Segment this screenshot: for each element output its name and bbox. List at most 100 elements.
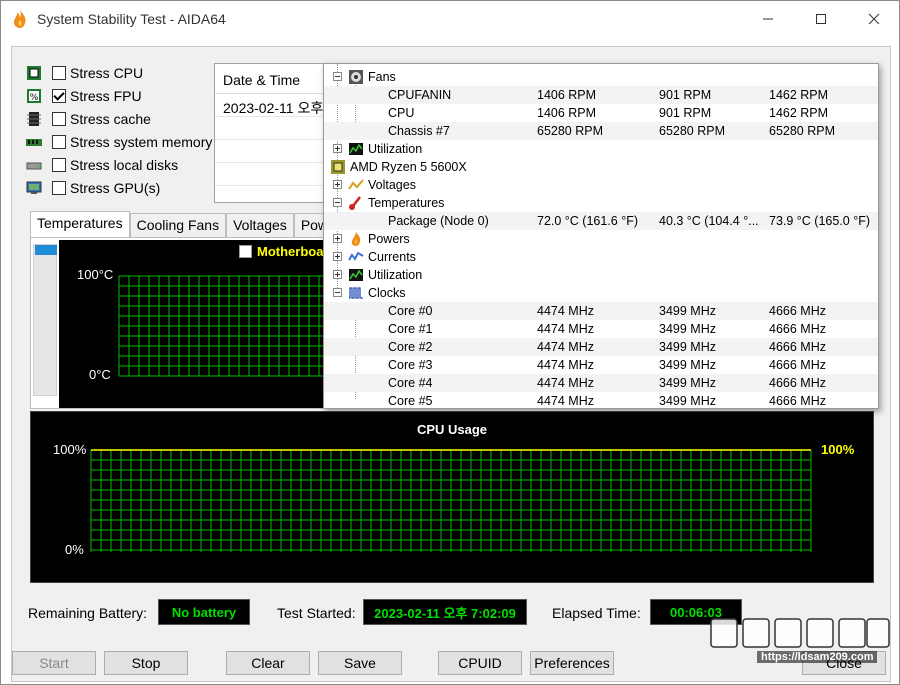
cpu-chip-icon	[27, 66, 41, 80]
cpu-usage-title: CPU Usage	[416, 422, 488, 437]
stress-memory-checkbox[interactable]	[52, 135, 66, 149]
watermark-logo	[710, 618, 890, 648]
sensor-row[interactable]: Core #0 4474 MHz 3499 MHz 4666 MHz	[324, 302, 878, 320]
cpu-usage-graph: CPU Usage 100% 0% 100%	[30, 411, 874, 583]
sensor-current: 4474 MHz	[537, 304, 594, 318]
sensor-row[interactable]: Core #1 4474 MHz 3499 MHz 4666 MHz	[324, 320, 878, 338]
log-row[interactable]: 2023-02-11 오후	[215, 94, 333, 117]
stress-fpu-checkbox[interactable]	[52, 89, 66, 103]
sensor-name: Core #1	[388, 322, 433, 336]
stress-cpu-checkbox[interactable]	[52, 66, 66, 80]
sensor-name: Core #5	[388, 394, 433, 408]
event-log-list[interactable]: Date & Time 2023-02-11 오후	[214, 63, 334, 203]
sensor-current: 4474 MHz	[537, 322, 594, 336]
stress-disks-checkbox[interactable]	[52, 158, 66, 172]
maximize-button[interactable]	[798, 1, 844, 37]
tab-temperatures[interactable]: Temperatures	[30, 211, 130, 237]
expand-icon[interactable]	[333, 144, 342, 153]
graph-scrollbar[interactable]	[33, 244, 57, 396]
sensor-current: 4474 MHz	[537, 340, 594, 354]
sensor-row[interactable]: Core #5 4474 MHz 3499 MHz 4666 MHz	[324, 392, 878, 408]
tree-node-fans[interactable]: Fans	[324, 68, 878, 86]
stress-cpu-option[interactable]: Stress CPU	[26, 63, 143, 83]
clock-pulse-icon	[349, 287, 363, 299]
motherboard-checkbox[interactable]	[239, 245, 252, 258]
voltage-icon	[348, 179, 364, 190]
tree-node-voltages[interactable]: Voltages	[324, 176, 878, 194]
stress-cpu-label: Stress CPU	[70, 65, 144, 81]
sensor-min: 3499 MHz	[659, 340, 716, 354]
tree-node-powers[interactable]: Powers	[324, 230, 878, 248]
motherboard-legend[interactable]: Motherboa	[239, 244, 323, 259]
tree-node-currents[interactable]: Currents	[324, 248, 878, 266]
temperatures-label: Temperatures	[368, 196, 445, 210]
sensor-min: 3499 MHz	[659, 304, 716, 318]
sensor-row[interactable]: Package (Node 0) 72.0 °C (161.6 °F) 40.3…	[324, 212, 878, 230]
close-window-button[interactable]	[851, 1, 897, 37]
sensor-max: 65280 RPM	[769, 124, 836, 138]
clear-button[interactable]: Clear	[226, 651, 310, 675]
collapse-icon[interactable]	[333, 198, 342, 207]
elapsed-time-label: Elapsed Time:	[552, 605, 641, 621]
powers-label: Powers	[368, 232, 410, 246]
stress-fpu-option[interactable]: % Stress FPU	[26, 86, 142, 106]
cpu-usage-grid	[90, 449, 812, 552]
sensor-row[interactable]: Core #4 4474 MHz 3499 MHz 4666 MHz	[324, 374, 878, 392]
stress-disks-option[interactable]: Stress local disks	[26, 155, 178, 175]
stress-memory-option[interactable]: Stress system memory	[26, 132, 212, 152]
stress-memory-label: Stress system memory	[70, 134, 213, 150]
sensor-row[interactable]: Core #2 4474 MHz 3499 MHz 4666 MHz	[324, 338, 878, 356]
sensor-row[interactable]: CPU 1406 RPM 901 RPM 1462 RPM	[324, 104, 878, 122]
sensor-max: 4666 MHz	[769, 376, 826, 390]
tree-node-temperatures[interactable]: Temperatures	[324, 194, 878, 212]
stop-button[interactable]: Stop	[104, 651, 188, 675]
tree-node-utilization[interactable]: Utilization	[324, 266, 878, 284]
graph-tabs: Temperatures Cooling Fans Voltages Powe	[30, 211, 343, 237]
tab-voltages[interactable]: Voltages	[226, 213, 294, 237]
stress-gpu-label: Stress GPU(s)	[70, 180, 161, 196]
temperature-graph: Motherboa 100°C 0°C	[59, 240, 331, 408]
expand-icon[interactable]	[333, 252, 342, 261]
log-header-datetime[interactable]: Date & Time	[215, 64, 333, 94]
tree-node-cpu[interactable]: AMD Ryzen 5 5600X	[324, 158, 878, 176]
save-button[interactable]: Save	[318, 651, 402, 675]
test-started-value: 2023-02-11 오후 7:02:09	[363, 599, 527, 625]
preferences-button[interactable]: Preferences	[530, 651, 614, 675]
sensor-name: CPU	[388, 106, 415, 120]
minimize-icon	[763, 18, 773, 20]
expand-icon[interactable]	[333, 234, 342, 243]
collapse-icon[interactable]	[333, 288, 342, 297]
sensor-tree-popup[interactable]: Fans CPUFANIN 1406 RPM 901 RPM 1462 RPM …	[323, 63, 879, 409]
sensor-min: 3499 MHz	[659, 322, 716, 336]
cpuid-button[interactable]: CPUID	[438, 651, 522, 675]
sensor-row[interactable]: CPUFANIN 1406 RPM 901 RPM 1462 RPM	[324, 86, 878, 104]
sensor-current: 4474 MHz	[537, 358, 594, 372]
sensor-row[interactable]: Chassis #7 65280 RPM 65280 RPM 65280 RPM	[324, 122, 878, 140]
expand-icon[interactable]	[333, 180, 342, 189]
sensor-row[interactable]: Core #3 4474 MHz 3499 MHz 4666 MHz	[324, 356, 878, 374]
start-button[interactable]: Start	[12, 651, 96, 675]
tab-cooling-fans[interactable]: Cooling Fans	[129, 213, 227, 237]
stress-gpu-checkbox[interactable]	[52, 181, 66, 195]
tree-node-utilization[interactable]: Utilization	[324, 140, 878, 158]
sensor-min: 3499 MHz	[659, 394, 716, 408]
stress-gpu-option[interactable]: Stress GPU(s)	[26, 178, 160, 198]
minimize-button[interactable]	[745, 1, 791, 37]
collapse-icon[interactable]	[333, 72, 342, 81]
scrollbar-thumb[interactable]	[35, 245, 57, 255]
tree-node-clocks[interactable]: Clocks	[324, 284, 878, 302]
gpu-monitor-icon	[26, 181, 42, 194]
temp-ymin-label: 0°C	[89, 367, 111, 382]
close-icon	[868, 13, 880, 25]
stress-cache-checkbox[interactable]	[52, 112, 66, 126]
sensor-min: 65280 RPM	[659, 124, 726, 138]
maximize-icon	[816, 14, 826, 24]
watermark: https://ldsam209.com	[707, 613, 893, 673]
stress-cache-option[interactable]: Stress cache	[26, 109, 151, 129]
utilization-graph-icon	[349, 143, 363, 155]
sensor-current: 72.0 °C (161.6 °F)	[537, 214, 639, 228]
battery-label: Remaining Battery:	[28, 605, 148, 621]
stress-fpu-label: Stress FPU	[70, 88, 142, 104]
log-row-empty	[215, 117, 333, 140]
expand-icon[interactable]	[333, 270, 342, 279]
